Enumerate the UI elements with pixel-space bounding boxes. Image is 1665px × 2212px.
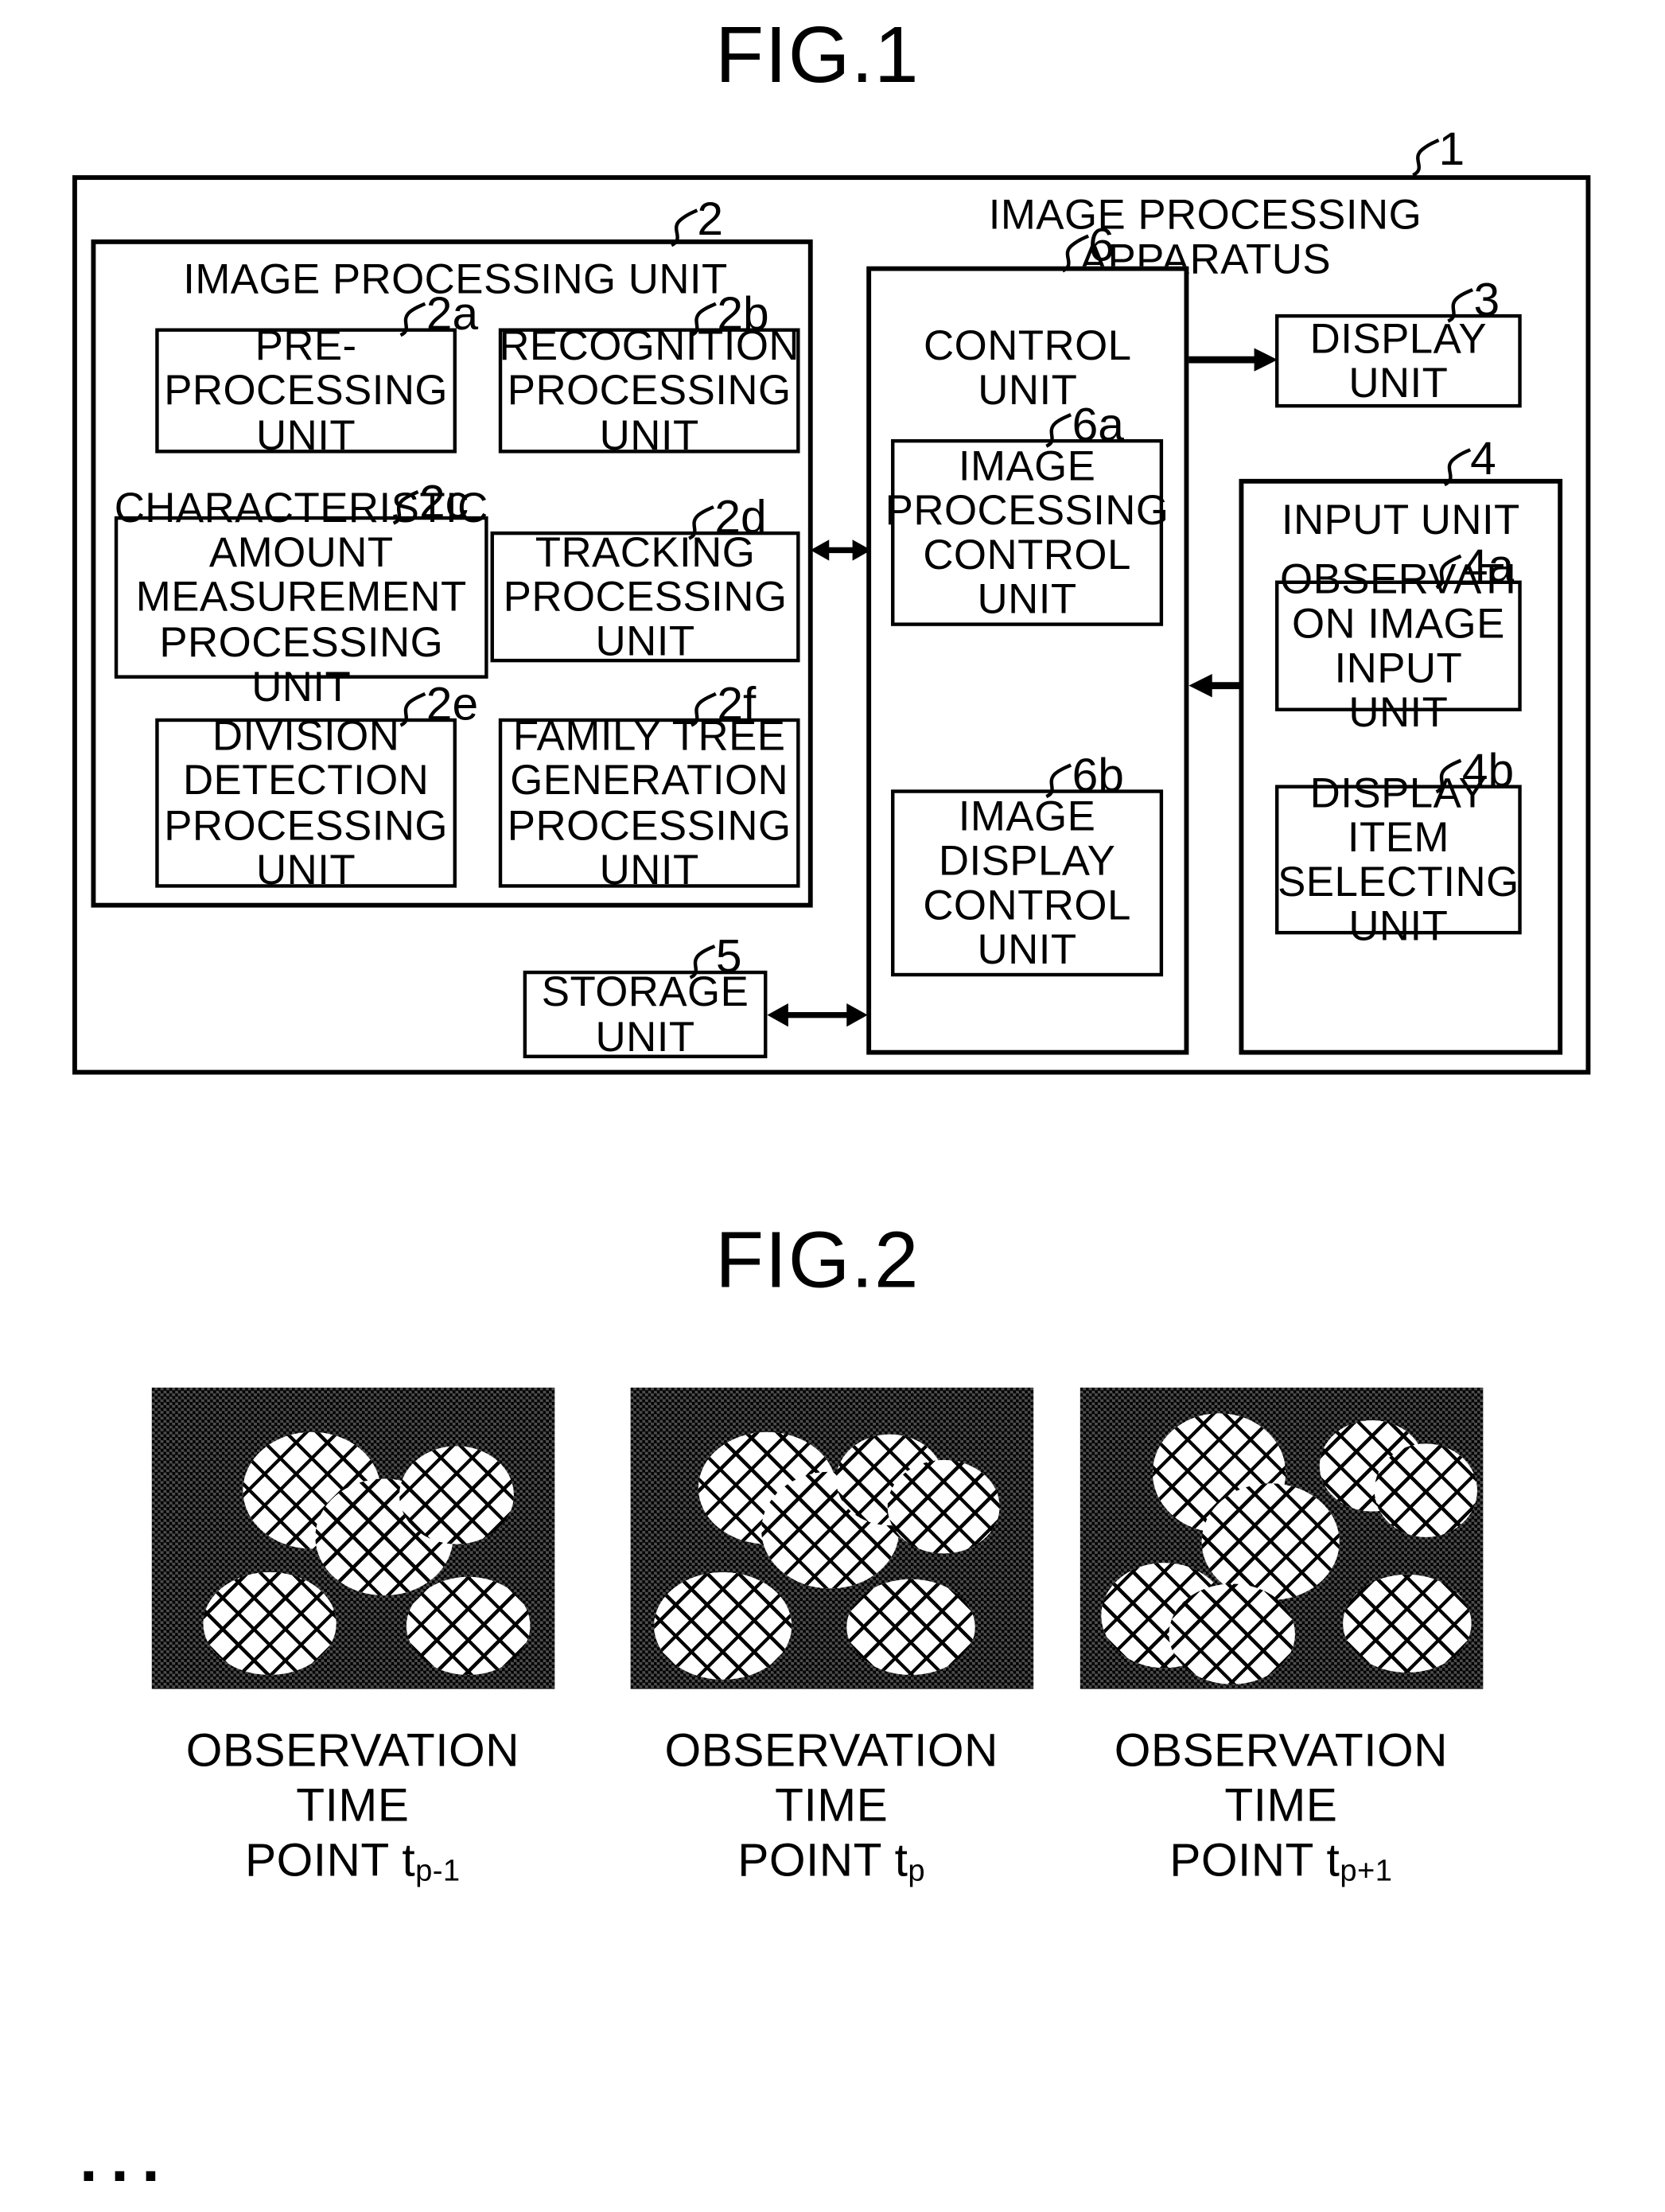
ref-1: 1 [1412, 127, 1465, 177]
cell-blob [406, 1576, 531, 1676]
ref-2d: 2d [687, 494, 767, 541]
arrow-input-to-control [1188, 674, 1243, 698]
ref-4a: 4a [1435, 543, 1514, 590]
input-unit-title: INPUT UNIT [1281, 495, 1520, 543]
display-item-selecting-unit-box: DISPLAY ITEM SELECTING UNIT [1275, 768, 1522, 950]
ref-2b: 2b [690, 291, 769, 337]
storage-unit-box: STORAGE UNIT [523, 967, 768, 1061]
observation-image-panel-1 [151, 1387, 555, 1689]
display-unit-label: DISPLAY UNIT [1309, 313, 1488, 407]
cell-blob [203, 1571, 337, 1676]
storage-unit-label: STORAGE UNIT [541, 967, 749, 1061]
recognition-processing-unit-box: RECOGNITION PROCESSING UNIT [498, 321, 800, 459]
arrow-ipu-to-control [810, 539, 872, 561]
ref-4b: 4b [1435, 747, 1514, 794]
panel-3-caption-sub: p+1 [1340, 1852, 1393, 1888]
panel-1-caption-sub: p-1 [415, 1852, 461, 1888]
pre-processing-unit-label: PRE- PROCESSING UNIT [164, 321, 448, 459]
family-tree-generation-unit-box: FAMILY TREE GENERATION PROCESSING UNIT [498, 711, 800, 894]
arrow-storage-to-control [767, 1003, 868, 1027]
panel-3-caption: OBSERVATION TIME POINT tp+1 [1059, 1724, 1503, 1890]
figure-2-title: FIG.2 [715, 1216, 920, 1305]
panel-2-caption-line1: OBSERVATION TIME [664, 1725, 998, 1832]
tracking-processing-unit-label: TRACKING PROCESSING UNIT [503, 528, 788, 665]
panel-3-caption-line1: OBSERVATION TIME [1114, 1725, 1448, 1832]
division-detection-unit-box: DIVISION DETECTION PROCESSING UNIT [155, 711, 457, 894]
image-processing-control-unit-label: IMAGE PROCESSING CONTROL UNIT [885, 441, 1169, 623]
family-tree-generation-unit-label: FAMILY TREE GENERATION PROCESSING UNIT [507, 711, 792, 894]
panel-1-caption-line2: POINT t [245, 1835, 416, 1887]
ref-2f: 2f [690, 681, 756, 728]
observation-image-input-unit-box: OBSERVATI ON IMAGE INPUT UNIT [1275, 556, 1522, 734]
image-display-control-unit-box: IMAGE DISPLAY CONTROL UNIT [891, 789, 1164, 977]
panel-1-caption-line1: OBSERVATION TIME [185, 1725, 519, 1832]
cell-blob [846, 1579, 975, 1676]
tracking-processing-unit-box: TRACKING PROCESSING UNIT [490, 528, 800, 665]
ref-5: 5 [689, 933, 742, 980]
panel-3-caption-line2: POINT t [1169, 1835, 1340, 1887]
ref-4: 4 [1443, 436, 1496, 487]
panel-2-caption-sub: p [908, 1852, 926, 1888]
figure-1-title: FIG.1 [715, 10, 920, 99]
leading-ellipsis: ··· [79, 2138, 173, 2212]
pre-processing-unit-box: PRE- PROCESSING UNIT [155, 321, 457, 459]
ref-2c: 2c [392, 479, 469, 526]
ref-2: 2 [670, 197, 723, 247]
display-unit-box: DISPLAY UNIT [1275, 313, 1522, 408]
cell-blob [399, 1446, 514, 1544]
arrow-control-to-display [1188, 348, 1278, 372]
image-processing-control-unit-box: IMAGE PROCESSING CONTROL UNIT [885, 438, 1169, 626]
division-detection-unit-label: DIVISION DETECTION PROCESSING UNIT [164, 711, 448, 894]
cell-blob [887, 1459, 1000, 1554]
cell-blob [1374, 1443, 1477, 1537]
panel-2-caption-line2: POINT t [737, 1835, 908, 1887]
panel-2-caption: OBSERVATION TIME POINT tp [609, 1724, 1053, 1890]
recognition-processing-unit-label: RECOGNITION PROCESSING UNIT [499, 321, 800, 459]
observation-image-panel-2 [630, 1387, 1034, 1689]
ref-3: 3 [1447, 277, 1500, 324]
ref-2a: 2a [399, 291, 478, 337]
characteristic-amount-measurement-unit-box: CHARACTERISTIC AMOUNT MEASUREMENT PROCES… [115, 485, 488, 708]
panel-1-caption: OBSERVATION TIME POINT tp-1 [130, 1724, 574, 1890]
ref-6b: 6b [1045, 752, 1124, 799]
ref-6a: 6a [1045, 402, 1124, 449]
cell-blob [1169, 1583, 1295, 1684]
observation-image-input-unit-label: OBSERVATI ON IMAGE INPUT UNIT [1280, 556, 1516, 734]
display-item-selecting-unit-label: DISPLAY ITEM SELECTING UNIT [1278, 768, 1519, 950]
characteristic-amount-measurement-unit-label: CHARACTERISTIC AMOUNT MEASUREMENT PROCES… [115, 485, 488, 708]
image-display-control-unit-label: IMAGE DISPLAY CONTROL UNIT [923, 791, 1131, 974]
cell-blob [1343, 1574, 1472, 1673]
ref-2e: 2e [399, 681, 478, 728]
control-unit-title: CONTROL UNIT [924, 321, 1132, 414]
ref-6: 6 [1061, 222, 1115, 273]
figure-canvas: FIG.1 IMAGE PROCESSING APPARATUS 1 IMAGE … [0, 0, 1635, 2208]
observation-image-panel-3 [1080, 1387, 1484, 1689]
cell-blob [654, 1571, 792, 1680]
